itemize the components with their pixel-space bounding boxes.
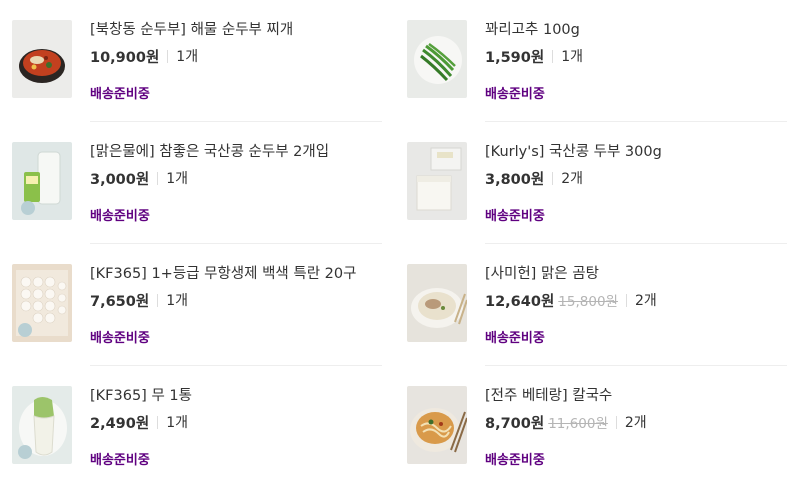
noodles-icon[interactable]	[407, 386, 467, 464]
sale-price: 12,640원	[485, 293, 555, 310]
product-name[interactable]: [KF365] 1+등급 무항생제 백색 특란 20구	[90, 264, 392, 284]
divider	[485, 243, 787, 244]
delivery-status: 배송준비중	[90, 209, 150, 224]
divider	[90, 121, 382, 122]
order-item[interactable]: 꽈리고추 100g 1,590원 1개 배송준비중	[407, 20, 787, 130]
stew-icon[interactable]	[12, 20, 72, 98]
product-name[interactable]: [KF365] 무 1통	[90, 386, 392, 406]
divider	[90, 243, 382, 244]
quantity: 1개	[176, 49, 199, 65]
delivery-status: 배송준비중	[485, 331, 545, 346]
order-item[interactable]: [전주 베테랑] 칼국수 8,700원 11,600원 2개 배송준비중	[407, 386, 787, 496]
sale-price: 10,900원	[90, 49, 160, 66]
radish-icon[interactable]	[12, 386, 72, 464]
sale-price: 8,700원	[485, 415, 545, 432]
product-name[interactable]: 꽈리고추 100g	[485, 20, 787, 40]
soup-icon[interactable]	[407, 264, 467, 342]
delivery-status: 배송준비중	[485, 87, 545, 102]
tofu-pack-icon[interactable]	[12, 142, 72, 220]
divider	[485, 365, 787, 366]
order-item[interactable]: [맑은물에] 참좋은 국산콩 순두부 2개입 3,000원 1개 배송준비중	[12, 142, 392, 252]
separator	[157, 415, 159, 429]
sale-price: 3,000원	[90, 171, 150, 188]
quantity: 2개	[624, 415, 647, 431]
eggs-icon[interactable]	[12, 264, 72, 342]
divider	[485, 121, 787, 122]
quantity: 1개	[166, 415, 189, 431]
order-item[interactable]: [Kurly's] 국산콩 두부 300g 3,800원 2개 배송준비중	[407, 142, 787, 252]
sale-price: 2,490원	[90, 415, 150, 432]
separator	[625, 293, 627, 307]
product-name[interactable]: [Kurly's] 국산콩 두부 300g	[485, 142, 787, 162]
quantity: 2개	[561, 171, 584, 187]
separator	[552, 49, 554, 63]
order-items-grid: [북창동 순두부] 해물 순두부 찌개 10,900원 1개 배송준비중 꽈리고…	[0, 0, 800, 487]
sale-price: 7,650원	[90, 293, 150, 310]
order-item[interactable]: [북창동 순두부] 해물 순두부 찌개 10,900원 1개 배송준비중	[12, 20, 392, 130]
pepper-icon[interactable]	[407, 20, 467, 98]
quantity: 1개	[561, 49, 584, 65]
separator	[552, 171, 554, 185]
tofu-block-icon[interactable]	[407, 142, 467, 220]
sale-price: 3,800원	[485, 171, 545, 188]
quantity: 1개	[166, 293, 189, 309]
separator	[157, 171, 159, 185]
quantity: 2개	[634, 293, 657, 309]
product-name[interactable]: [전주 베테랑] 칼국수	[485, 386, 787, 406]
original-price: 15,800원	[558, 294, 618, 310]
sale-price: 1,590원	[485, 49, 545, 66]
delivery-status: 배송준비중	[90, 87, 150, 102]
separator	[157, 293, 159, 307]
delivery-status: 배송준비중	[485, 209, 545, 224]
product-name[interactable]: [맑은물에] 참좋은 국산콩 순두부 2개입	[90, 142, 392, 162]
order-item[interactable]: [사미헌] 맑은 곰탕 12,640원 15,800원 2개 배송준비중	[407, 264, 787, 374]
separator	[167, 49, 169, 63]
product-name[interactable]: [북창동 순두부] 해물 순두부 찌개	[90, 20, 392, 40]
delivery-status: 배송준비중	[90, 453, 150, 468]
order-item[interactable]: [KF365] 무 1통 2,490원 1개 배송준비중	[12, 386, 392, 496]
divider	[90, 365, 382, 366]
order-item[interactable]: [KF365] 1+등급 무항생제 백색 특란 20구 7,650원 1개 배송…	[12, 264, 392, 374]
original-price: 11,600원	[548, 416, 608, 432]
product-name[interactable]: [사미헌] 맑은 곰탕	[485, 264, 787, 284]
quantity: 1개	[166, 171, 189, 187]
separator	[615, 415, 617, 429]
delivery-status: 배송준비중	[90, 331, 150, 346]
delivery-status: 배송준비중	[485, 453, 545, 468]
